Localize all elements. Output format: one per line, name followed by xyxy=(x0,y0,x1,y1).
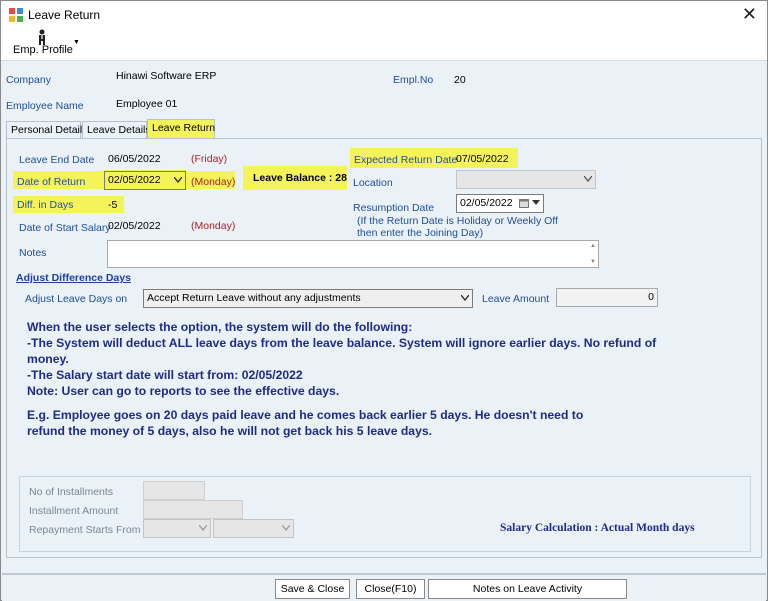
chevron-down-icon xyxy=(584,176,592,182)
diff-in-days-label: Diff. in Days xyxy=(17,199,74,211)
date-of-start-salary-value: 02/05/2022 xyxy=(108,220,161,232)
no-of-installments-field[interactable] xyxy=(143,481,205,500)
leave-end-date-label: Leave End Date xyxy=(19,154,95,166)
installment-amount-field[interactable] xyxy=(143,500,243,519)
scroll-down-icon[interactable]: ▼ xyxy=(590,259,596,265)
tab-personal-details[interactable]: Personal Details xyxy=(6,121,87,139)
leave-balance: Leave Balance : 28 xyxy=(253,172,347,184)
date-of-return-value: 02/05/2022 xyxy=(108,174,161,186)
adjust-leave-days-label: Adjust Leave Days on xyxy=(25,293,128,305)
employee-name-value: Employee 01 xyxy=(116,98,178,110)
resumption-note-line1: (If the Return Date is Holiday or Weekly… xyxy=(357,215,558,227)
chevron-down-icon xyxy=(461,295,469,301)
company-value: Hinawi Software ERP xyxy=(116,70,217,82)
leave-end-day: (Friday) xyxy=(191,153,228,165)
resumption-date-picker[interactable]: 02/05/2022 xyxy=(456,194,544,213)
salary-calculation: Salary Calculation : Actual Month days xyxy=(500,522,695,534)
bottom-button-bar: Save & Close Close(F10) Notes on Leave A… xyxy=(2,573,766,601)
adjust-leave-days-value: Accept Return Leave without any adjustme… xyxy=(147,292,361,304)
chevron-down-icon xyxy=(532,200,540,205)
repayment-year-select[interactable] xyxy=(213,519,294,538)
chevron-down-icon xyxy=(282,525,290,531)
resumption-note-line2: then enter the Joining Day) xyxy=(357,227,484,239)
date-of-start-salary-label: Date of Start Salary xyxy=(19,222,111,234)
employee-name-label: Employee Name xyxy=(6,100,84,112)
tab-leave-details[interactable]: Leave Details xyxy=(82,121,151,139)
date-of-return-label: Date of Return xyxy=(17,176,86,188)
location-label: Location xyxy=(353,177,393,189)
diff-in-days-value: -5 xyxy=(108,199,118,211)
info-line-6: E.g. Employee goes on 20 days paid leave… xyxy=(27,408,584,422)
window-title: Leave Return xyxy=(28,8,101,22)
info-line-2: -The System will deduct ALL leave days f… xyxy=(27,336,657,350)
resumption-date-label: Resumption Date xyxy=(353,202,435,214)
info-line-4: -The Salary start date will start from: … xyxy=(27,368,303,382)
info-text-block: When the user selects the option, the sy… xyxy=(27,319,687,439)
installments-panel xyxy=(19,476,751,552)
adjust-difference-days-title: Adjust Difference Days xyxy=(16,272,131,284)
leave-return-window: Leave Return ✕ Emp. Profile ▼ Company Hi… xyxy=(0,0,768,601)
save-close-button[interactable]: Save & Close xyxy=(275,579,350,599)
chevron-down-icon: ▼ xyxy=(73,39,80,46)
calendar-icon[interactable] xyxy=(519,198,529,208)
empl-no-label: Empl.No xyxy=(393,74,434,86)
company-label: Company xyxy=(6,74,51,86)
close-button[interactable]: Close(F10) xyxy=(356,579,425,599)
date-of-start-salary-day: (Monday) xyxy=(191,220,236,232)
title-bar: Leave Return ✕ xyxy=(1,1,767,29)
leave-amount-value: 0 xyxy=(648,291,654,303)
empl-no-value: 20 xyxy=(454,74,466,86)
notes-textarea[interactable]: ▲ ▼ xyxy=(107,240,599,268)
installment-amount-label: Installment Amount xyxy=(29,505,119,517)
resumption-date-value: 02/05/2022 xyxy=(460,197,513,209)
expected-return-date-label: Expected Return Date xyxy=(354,154,458,166)
location-select[interactable] xyxy=(456,170,596,189)
notes-on-leave-activity-button[interactable]: Notes on Leave Activity xyxy=(428,579,627,599)
adjust-leave-days-select[interactable]: Accept Return Leave without any adjustme… xyxy=(143,289,473,308)
date-of-return-picker[interactable]: 02/05/2022 xyxy=(104,171,186,190)
info-line-5: Note: User can go to reports to see the … xyxy=(27,384,340,398)
toolbar: Emp. Profile ▼ xyxy=(1,29,767,61)
leave-amount-label: Leave Amount xyxy=(482,293,550,305)
leave-end-date-value: 06/05/2022 xyxy=(108,153,161,165)
leave-amount-field[interactable]: 0 xyxy=(556,288,658,307)
date-of-return-day: (Monday) xyxy=(191,176,236,188)
info-line-3: money. xyxy=(27,352,69,366)
repayment-starts-from-label: Repayment Starts From xyxy=(29,524,141,536)
expected-return-date-value: 07/05/2022 xyxy=(456,153,509,165)
app-icon xyxy=(9,8,23,22)
close-window-icon[interactable]: ✕ xyxy=(742,4,757,25)
tab-leave-return[interactable]: Leave Return xyxy=(147,119,215,139)
notes-label: Notes xyxy=(19,247,47,259)
chevron-down-icon xyxy=(174,177,182,183)
repayment-month-select[interactable] xyxy=(143,519,211,538)
no-of-installments-label: No of Installments xyxy=(29,486,114,498)
person-icon xyxy=(39,29,45,45)
emp-profile-button[interactable]: Emp. Profile ▼ xyxy=(11,29,83,59)
emp-profile-label: Emp. Profile xyxy=(13,44,73,56)
info-line-1: When the user selects the option, the sy… xyxy=(27,320,413,334)
chevron-down-icon xyxy=(199,525,207,531)
scroll-up-icon[interactable]: ▲ xyxy=(590,243,596,249)
info-line-7: refund the money of 5 days, also he will… xyxy=(27,424,433,438)
